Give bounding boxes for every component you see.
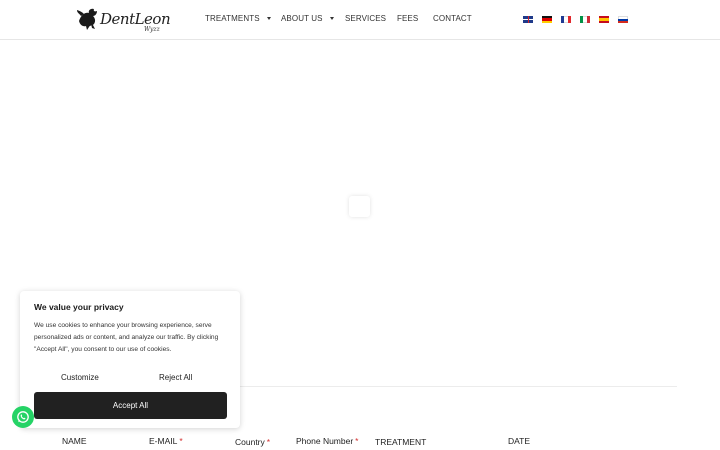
chevron-down-icon (266, 17, 271, 20)
nav-treatments[interactable]: TREATMENTS (205, 14, 271, 23)
nav-fees[interactable]: FEES (397, 14, 418, 23)
name-label-text: NAME (62, 436, 87, 446)
email-label-text: E-MAIL (149, 436, 178, 446)
nav-treatments-label: TREATMENTS (205, 14, 260, 23)
date-field-label: DATE (508, 436, 530, 446)
flag-russia-icon[interactable] (618, 16, 628, 23)
treatment-field-label: TREATMENT (375, 437, 426, 447)
logo-signature: Wyzz (144, 26, 160, 33)
loading-placeholder (349, 196, 370, 217)
treatment-label-text: TREATMENT (375, 437, 427, 447)
cookie-description: We use cookies to enhance your browsing … (34, 322, 219, 353)
email-field-label: E-MAIL * (149, 436, 183, 446)
cookie-consent-banner: We value your privacy We use cookies to … (20, 291, 240, 428)
chevron-down-icon (329, 17, 334, 20)
whatsapp-icon (17, 411, 29, 423)
flag-italy-icon[interactable] (580, 16, 590, 23)
reject-all-button[interactable]: Reject All (159, 373, 192, 382)
site-logo[interactable]: DentLeon Wyzz (76, 5, 171, 35)
phone-field-label: Phone Number * (296, 436, 358, 446)
nav-services[interactable]: SERVICES (345, 14, 386, 23)
language-switcher (523, 16, 628, 23)
flag-uk-icon[interactable] (523, 16, 533, 23)
cookie-title: We value your privacy (34, 302, 124, 312)
country-label-text: Country (235, 437, 265, 447)
required-marker: * (179, 436, 183, 446)
nav-about-us[interactable]: ABOUT US (281, 14, 334, 23)
nav-contact[interactable]: CONTACT (433, 14, 472, 23)
nav-fees-label: FEES (397, 14, 419, 23)
flag-france-icon[interactable] (561, 16, 571, 23)
customize-button[interactable]: Customize (61, 373, 99, 382)
flag-germany-icon[interactable] (542, 16, 552, 23)
country-field-label: Country * (235, 437, 270, 447)
flag-spain-icon[interactable] (599, 16, 609, 23)
phone-label-text: Phone Number (296, 436, 354, 446)
nav-services-label: SERVICES (345, 14, 387, 23)
accept-all-label: Accept All (112, 401, 149, 410)
required-marker: * (355, 436, 359, 446)
whatsapp-button[interactable] (12, 406, 34, 428)
nav-about-us-label: ABOUT US (281, 14, 323, 23)
griffin-logo-icon (77, 8, 97, 30)
required-marker: * (266, 437, 271, 447)
name-field-label: NAME (62, 436, 87, 446)
date-label-text: DATE (508, 436, 531, 446)
site-header: DentLeon Wyzz TREATMENTS ABOUT US SERVIC… (0, 0, 720, 40)
accept-all-button[interactable]: Accept All (34, 392, 227, 419)
nav-contact-label: CONTACT (433, 14, 472, 23)
